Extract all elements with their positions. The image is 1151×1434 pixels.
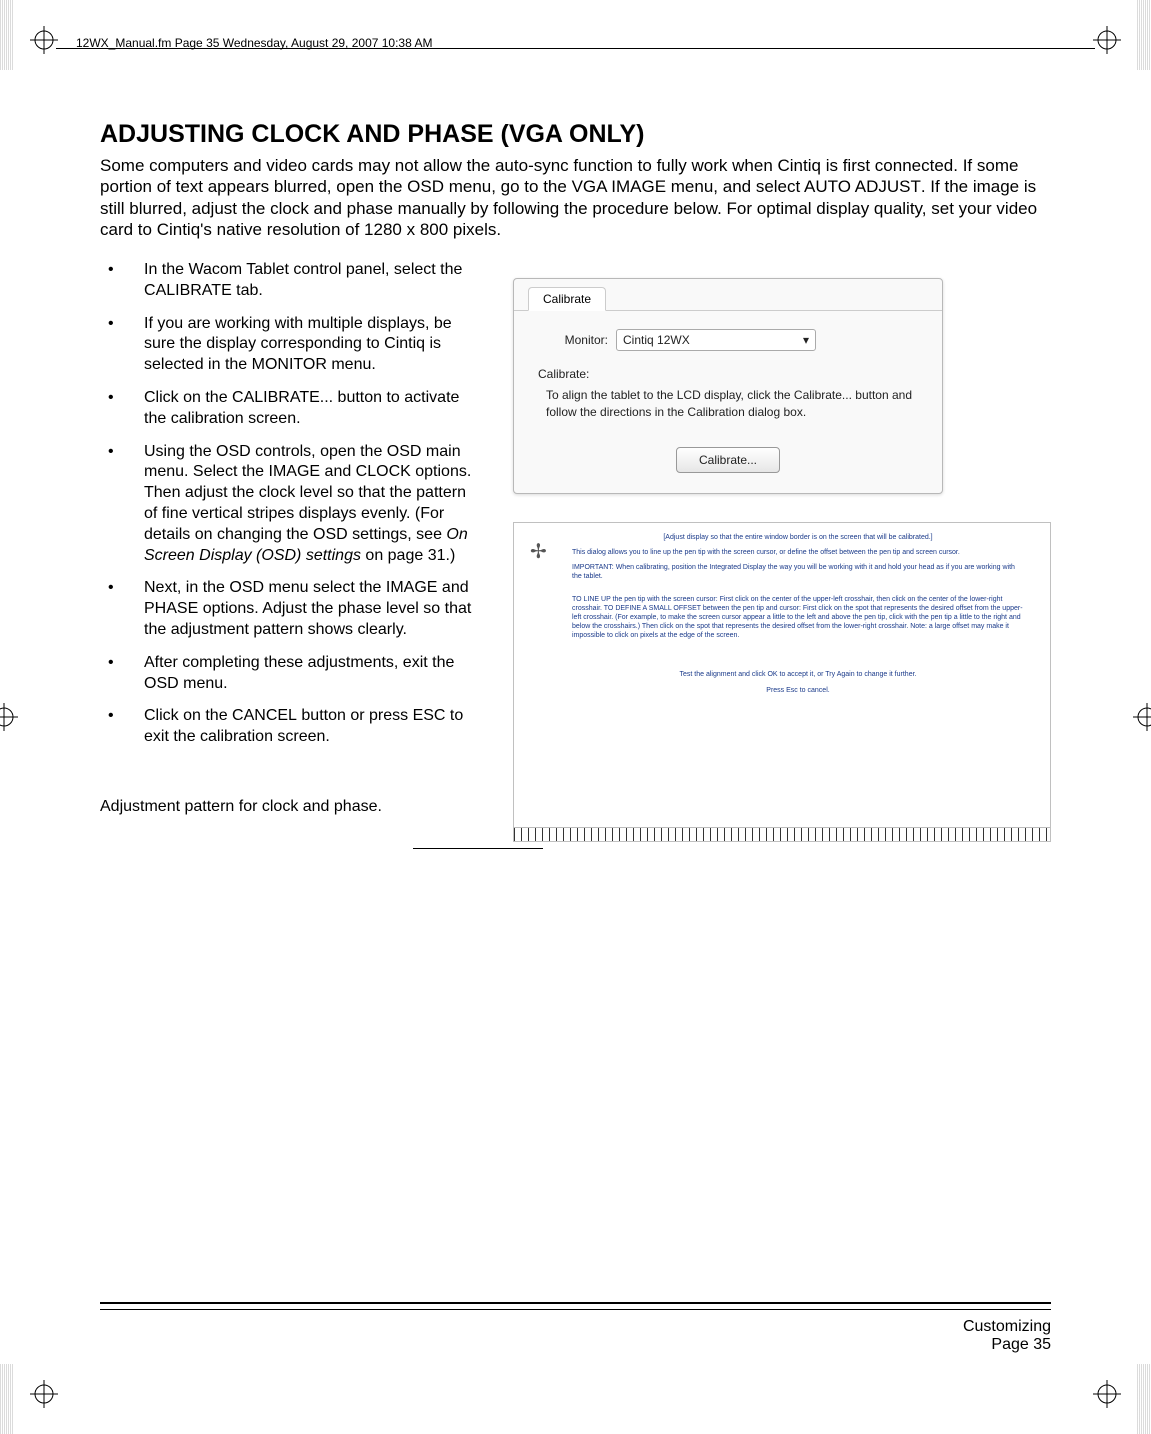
overlay-text: Test the alignment and click OK to accep… <box>572 670 1024 679</box>
adjustment-pattern-ruler <box>514 827 1050 841</box>
page-footer: Customizing Page 35 <box>963 1318 1051 1354</box>
footer-page: Page 35 <box>963 1336 1051 1354</box>
tab-calibrate[interactable]: Calibrate <box>528 287 606 311</box>
calibrate-dialog-screenshot: Calibrate Monitor: Cintiq 12WX ▾ Calibra… <box>513 278 943 494</box>
monitor-label: Monitor: <box>538 333 608 347</box>
list-item: Click on the CALIBRATE... button to acti… <box>130 388 483 430</box>
binding-mark <box>0 1364 14 1434</box>
header-rule <box>56 48 1095 49</box>
registration-mark-icon <box>1133 703 1151 731</box>
registration-mark-icon <box>1093 26 1121 54</box>
overlay-text: TO LINE UP the pen tip with the screen c… <box>572 595 1024 640</box>
crosshair-icon: ✢ <box>530 539 547 565</box>
list-item: If you are working with multiple display… <box>130 314 483 376</box>
list-item: Next, in the OSD menu select the IMAGE a… <box>130 578 483 640</box>
registration-mark-icon <box>0 703 18 731</box>
figure-caption: Adjustment pattern for clock and phase. <box>100 798 483 816</box>
footer-rule <box>100 1309 1051 1310</box>
binding-mark <box>0 0 14 70</box>
binding-mark <box>1137 1364 1151 1434</box>
list-item: In the Wacom Tablet control panel, selec… <box>130 260 483 302</box>
footer-section: Customizing <box>963 1318 1051 1336</box>
callout-leader <box>413 848 543 849</box>
list-item: After completing these adjustments, exit… <box>130 653 483 695</box>
overlay-text: This dialog allows you to line up the pe… <box>572 548 1024 557</box>
monitor-value: Cintiq 12WX <box>623 333 690 347</box>
calibration-overlay-screenshot: ✢ [Adjust display so that the entire win… <box>513 522 1051 842</box>
chevron-down-icon: ▾ <box>803 333 809 347</box>
registration-mark-icon <box>1093 1380 1121 1408</box>
list-item: Click on the CANCEL button or press ESC … <box>130 706 483 748</box>
registration-mark-icon <box>30 26 58 54</box>
calibrate-button[interactable]: Calibrate... <box>676 447 780 473</box>
footer-rule <box>100 1302 1051 1304</box>
overlay-text: IMPORTANT: When calibrating, position th… <box>572 563 1024 581</box>
list-item: Using the OSD controls, open the OSD mai… <box>130 442 483 567</box>
binding-mark <box>1137 0 1151 70</box>
overlay-headline: [Adjust display so that the entire windo… <box>572 533 1024 542</box>
intro-paragraph: Some computers and video cards may not a… <box>100 155 1051 240</box>
calibrate-explain-text: To align the tablet to the LCD display, … <box>546 387 918 421</box>
instruction-list: In the Wacom Tablet control panel, selec… <box>100 260 483 748</box>
overlay-text: Press Esc to cancel. <box>572 686 1024 695</box>
page-title: ADJUSTING CLOCK AND PHASE (VGA ONLY) <box>100 120 1051 149</box>
calibrate-section-label: Calibrate: <box>538 367 918 381</box>
monitor-dropdown[interactable]: Cintiq 12WX ▾ <box>616 329 816 351</box>
registration-mark-icon <box>30 1380 58 1408</box>
